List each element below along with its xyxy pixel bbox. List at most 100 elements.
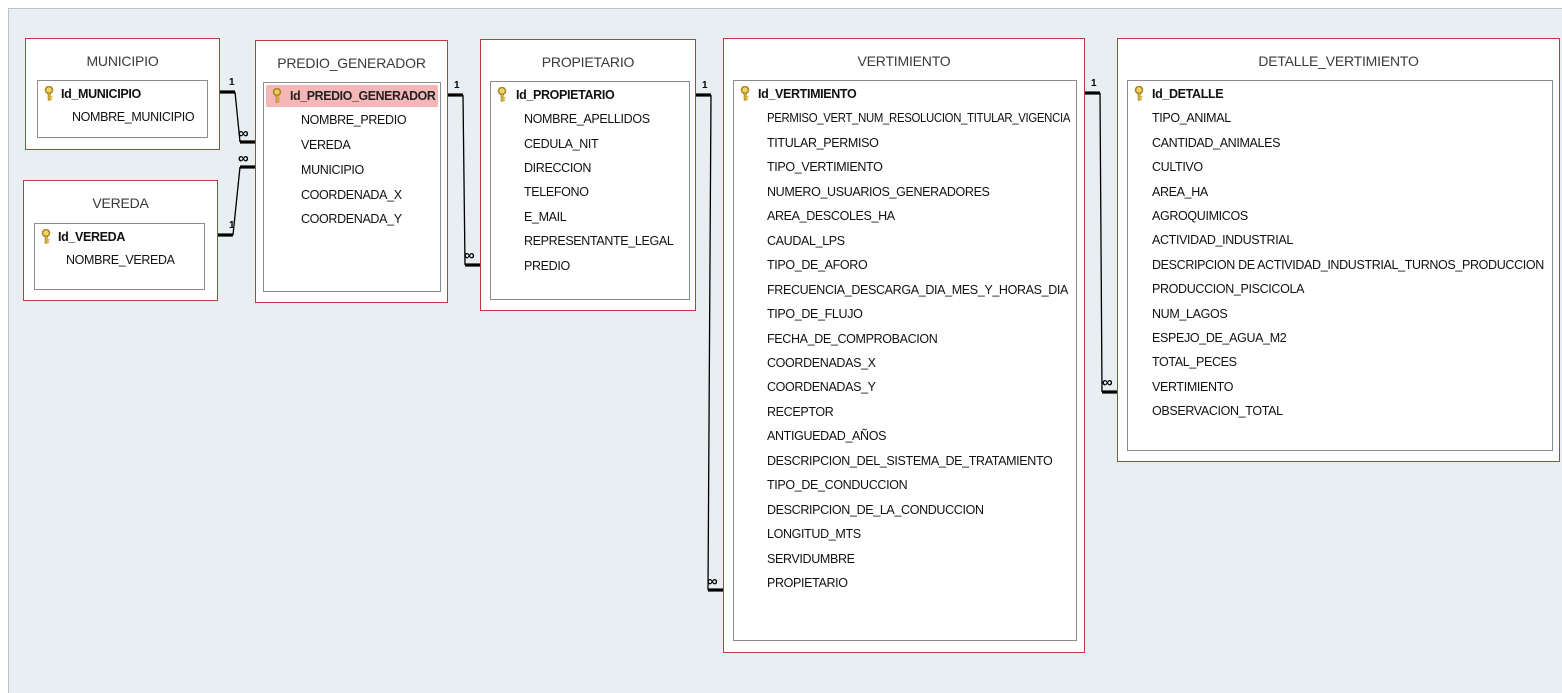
field-row[interactable]: CANTIDAD_ANIMALES: [1128, 132, 1552, 154]
relationship-line[interactable]: [1099, 92, 1103, 393]
field-name: PERMISO_VERT_NUM_RESOLUCION_TITULAR_VIGE…: [767, 111, 1071, 126]
field-name: PREDIO: [524, 259, 570, 273]
field-row[interactable]: NUMERO_USUARIOS_GENERADORES: [734, 181, 1076, 203]
field-row[interactable]: FECHA_DE_COMPROBACION: [734, 328, 1076, 350]
table-title: PREDIO_GENERADOR: [277, 55, 426, 71]
field-list[interactable]: Id_VEREDA NOMBRE_VEREDA: [34, 223, 205, 290]
table-vereda[interactable]: VEREDA Id_VEREDA NOMBRE_VEREDA: [23, 180, 218, 301]
field-row[interactable]: DESCRIPCION_DEL_SISTEMA_DE_TRATAMIENTO: [734, 450, 1076, 472]
field-row-selected[interactable]: Id_PREDIO_GENERADOR: [266, 85, 438, 107]
field-row[interactable]: NOMBRE_PREDIO: [264, 109, 440, 131]
field-row[interactable]: Id_VERTIMIENTO: [734, 83, 1076, 105]
field-row[interactable]: REPRESENTANTE_LEGAL: [491, 230, 689, 252]
field-name: NOMBRE_APELLIDOS: [524, 112, 650, 126]
field-row[interactable]: Id_MUNICIPIO: [38, 83, 207, 105]
field-row[interactable]: RECEPTOR: [734, 401, 1076, 423]
one-label: 1: [1091, 78, 1097, 89]
field-name: TITULAR_PERMISO: [767, 135, 879, 150]
field-name: TOTAL_PECES: [1152, 355, 1237, 370]
field-row[interactable]: TIPO_DE_AFORO: [734, 254, 1076, 276]
field-row[interactable]: COORDENADAS_Y: [734, 376, 1076, 398]
field-name: PROPIETARIO: [767, 576, 848, 590]
one-label: 1: [229, 220, 235, 231]
field-row[interactable]: E_MAIL: [491, 206, 689, 228]
field-list[interactable]: Id_VERTIMIENTO PERMISO_VERT_NUM_RESOLUCIO…: [733, 80, 1077, 641]
field-row[interactable]: PREDIO: [491, 255, 689, 277]
table-vertimiento[interactable]: VERTIMIENTO Id_VERTIMIENTO PERMISO_VERT_N…: [723, 38, 1085, 653]
field-row[interactable]: COORDENADAS_X: [734, 352, 1076, 374]
field-row[interactable]: TOTAL_PECES: [1128, 351, 1552, 373]
field-row[interactable]: LONGITUD_MTS: [734, 523, 1076, 545]
key-icon: [740, 85, 752, 101]
field-row[interactable]: ANTIGUEDAD_AÑOS: [734, 425, 1076, 447]
field-list[interactable]: Id_PROPIETARIO NOMBRE_APELLIDOS CEDULA_N…: [490, 81, 690, 300]
field-row[interactable]: TIPO_ANIMAL: [1128, 107, 1552, 129]
table-propietario[interactable]: PROPIETARIO Id_PROPIETARIO NOMBRE_APELLI…: [480, 39, 696, 311]
field-row[interactable]: Id_VEREDA: [35, 226, 204, 248]
field-row[interactable]: ACTIVIDAD_INDUSTRIAL: [1128, 229, 1552, 251]
field-row[interactable]: NOMBRE_VEREDA: [35, 249, 204, 271]
field-row[interactable]: TIPO_VERTIMIENTO: [734, 156, 1076, 178]
field-row[interactable]: VERTIMIENTO: [1128, 376, 1552, 398]
field-row[interactable]: DESCRIPCION DE ACTIVIDAD_INDUSTRIAL_TURN…: [1128, 254, 1552, 276]
field-row[interactable]: SERVIDUMBRE: [734, 548, 1076, 570]
field-row[interactable]: COORDENADA_X: [264, 184, 440, 206]
field-list[interactable]: Id_PREDIO_GENERADOR NOMBRE_PREDIO VEREDA…: [263, 82, 441, 292]
field-row[interactable]: FRECUENCIA_DESCARGA_DIA_MES_Y_HORAS_DIA: [734, 279, 1076, 301]
many-label: ∞: [707, 573, 718, 590]
field-name: RECEPTOR: [767, 404, 834, 419]
field-row[interactable]: TIPO_DE_CONDUCCION: [734, 474, 1076, 496]
field-name: COORDENADA_Y: [301, 212, 402, 226]
table-predio-generador[interactable]: PREDIO_GENERADOR Id_PREDIO_GENERADOR NOM…: [255, 40, 448, 303]
field-row[interactable]: OBSERVACION_TOTAL: [1128, 400, 1552, 422]
field-name: Id_MUNICIPIO: [61, 87, 141, 101]
field-row[interactable]: NOMBRE_APELLIDOS: [491, 108, 689, 130]
field-row[interactable]: COORDENADA_Y: [264, 208, 440, 230]
field-row[interactable]: TIPO_DE_FLUJO: [734, 303, 1076, 325]
relationship-line[interactable]: [462, 94, 466, 266]
field-name: AGROQUIMICOS: [1152, 209, 1248, 223]
field-row[interactable]: TELEFONO: [491, 181, 689, 203]
field-row[interactable]: NUM_LAGOS: [1128, 303, 1552, 325]
field-row[interactable]: Id_PROPIETARIO: [491, 84, 689, 106]
field-row[interactable]: DIRECCION: [491, 157, 689, 179]
many-label: ∞: [238, 125, 249, 142]
field-name: PRODUCCION_PISCICOLA: [1152, 282, 1305, 297]
table-detalle-vertimiento[interactable]: DETALLE_VERTIMIENTO Id_DETALLE TIPO_ANIMA…: [1117, 38, 1560, 462]
field-row[interactable]: PROPIETARIO: [734, 572, 1076, 594]
table-title: PROPIETARIO: [541, 54, 635, 70]
field-row[interactable]: Id_DETALLE: [1128, 83, 1552, 105]
field-row[interactable]: AREA_HA: [1128, 181, 1552, 203]
field-name: ESPEJO_DE_AGUA_M2: [1152, 331, 1287, 345]
table-title: VERTIMIENTO: [857, 53, 951, 69]
field-name: CANTIDAD_ANIMALES: [1152, 135, 1281, 150]
field-row[interactable]: PERMISO_VERT_NUM_RESOLUCION_TITULAR_VIGE…: [734, 107, 1076, 129]
field-list[interactable]: Id_MUNICIPIO NOMBRE_MUNICIPIO: [37, 80, 208, 138]
field-list[interactable]: Id_DETALLE TIPO_ANIMAL CANTIDAD_ANIMALES CU…: [1127, 80, 1553, 451]
field-name: FECHA_DE_COMPROBACION: [767, 331, 938, 346]
field-name: Id_DETALLE: [1152, 87, 1224, 101]
field-row[interactable]: VEREDA: [264, 134, 440, 156]
field-row[interactable]: ESPEJO_DE_AGUA_M2: [1128, 327, 1552, 349]
field-row[interactable]: CEDULA_NIT: [491, 133, 689, 155]
field-row[interactable]: AGROQUIMICOS: [1128, 205, 1552, 227]
field-row[interactable]: CULTIVO: [1128, 156, 1552, 178]
field-row[interactable]: NOMBRE_MUNICIPIO: [38, 106, 207, 128]
field-row[interactable]: DESCRIPCION_DE_LA_CONDUCCION: [734, 499, 1076, 521]
field-row[interactable]: TITULAR_PERMISO: [734, 132, 1076, 154]
table-municipio[interactable]: MUNICIPIO Id_MUNICIPIO NOMBRE_MUNICIPIO: [25, 38, 220, 150]
field-name: NOMBRE_PREDIO: [301, 113, 407, 127]
field-row[interactable]: CAUDAL_LPS: [734, 230, 1076, 252]
field-row[interactable]: PRODUCCION_PISCICOLA: [1128, 278, 1552, 300]
relationship-canvas[interactable]: 1 ∞ 1 ∞ 1 ∞ 1 ∞ 1 ∞ MUNICIPIO Id_MUNICIPIO NOMBRE…: [8, 8, 1562, 693]
relationship-line[interactable]: [707, 94, 712, 591]
field-name: AREA_DESCOLES_HA: [767, 209, 895, 224]
one-label: 1: [702, 80, 708, 91]
field-name: NUM_LAGOS: [1152, 306, 1228, 321]
field-name: CEDULA_NIT: [524, 137, 599, 151]
field-row[interactable]: MUNICIPIO: [264, 159, 440, 181]
field-row[interactable]: AREA_DESCOLES_HA: [734, 205, 1076, 227]
table-title: MUNICIPIO: [86, 53, 159, 69]
field-name: DIRECCION: [524, 161, 591, 175]
field-name: Id_VERTIMIENTO: [758, 87, 857, 101]
